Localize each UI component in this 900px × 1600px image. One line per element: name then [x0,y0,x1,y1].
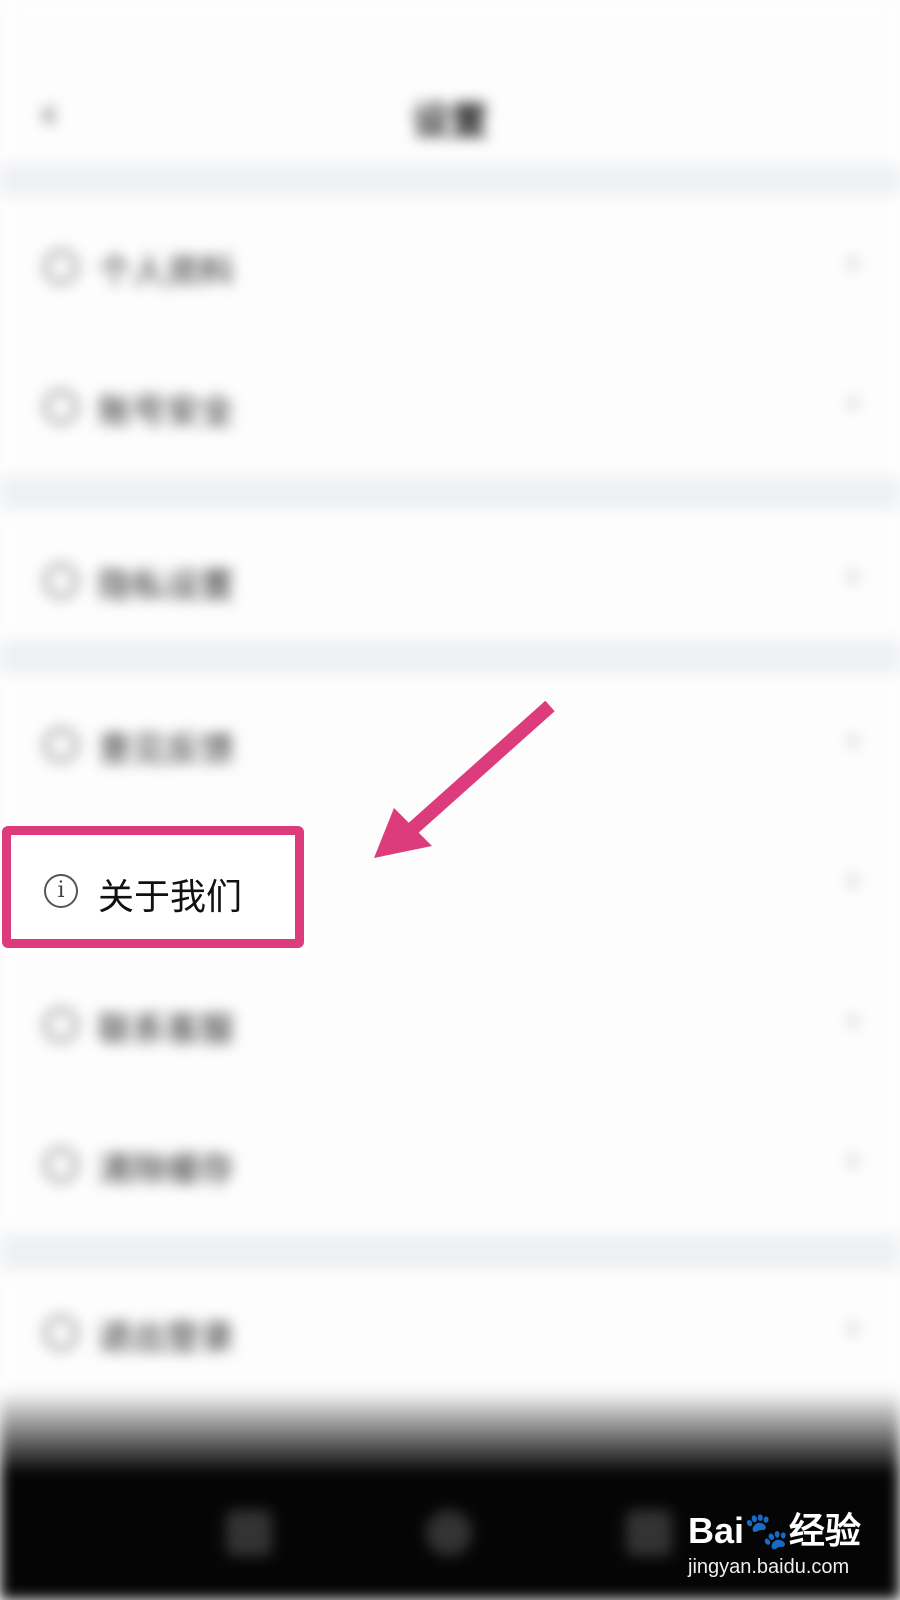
menu-item-service[interactable]: 联系客服 › [0,954,900,1094]
bottom-fade [0,1390,900,1470]
menu-item-label: 退出登录 [98,1318,234,1358]
menu-item-label: 个人资料 [98,252,234,292]
trash-icon [44,1148,78,1182]
menu-item-label: 账号安全 [98,392,234,432]
chevron-right-icon: › [846,720,860,760]
chevron-right-icon: › [846,1140,860,1180]
chevron-right-icon: › [846,1000,860,1040]
menu-item-profile[interactable]: 个人资料 › [0,196,900,336]
header: ‹ 设置 [0,64,900,164]
baidu-jingyan-watermark: Bai🐾经验 jingyan.baidu.com [688,1502,888,1579]
service-icon [44,1008,78,1042]
chevron-right-icon: › [846,1308,860,1348]
privacy-icon [44,564,78,598]
section-divider [0,640,900,674]
logout-icon [44,1316,78,1350]
chevron-right-icon: › [846,382,860,422]
section-divider [0,164,900,196]
page-title: 设置 [411,99,488,143]
chevron-right-icon: › [846,860,860,900]
menu-item-logout[interactable]: 退出登录 › [0,1270,900,1390]
menu-item-security[interactable]: 账号安全 › [0,336,900,476]
menu-item-cache[interactable]: 清除缓存 › [0,1094,900,1234]
nav-back-button[interactable] [226,1510,272,1556]
section-divider [0,1234,900,1270]
status-bar [0,0,900,64]
highlight-frame [2,826,304,948]
feedback-icon [44,728,78,762]
pointer-arrow-icon [374,700,555,858]
watermark-brand: Bai🐾经验 [688,1510,861,1551]
menu-item-label: 清除缓存 [98,1150,234,1190]
lock-icon [44,390,78,424]
section-divider [0,476,900,510]
menu-item-label: 隐私设置 [98,566,234,606]
menu-item-privacy[interactable]: 隐私设置 › [0,510,900,640]
nav-recents-button[interactable] [626,1510,672,1556]
menu-item-label: 意见反馈 [98,730,234,770]
watermark-url: jingyan.baidu.com [688,1556,850,1578]
menu-item-label: 联系客服 [98,1010,234,1050]
chevron-right-icon: › [846,242,860,282]
nav-home-button[interactable] [426,1510,472,1556]
user-icon [44,250,78,284]
chevron-right-icon: › [846,556,860,596]
